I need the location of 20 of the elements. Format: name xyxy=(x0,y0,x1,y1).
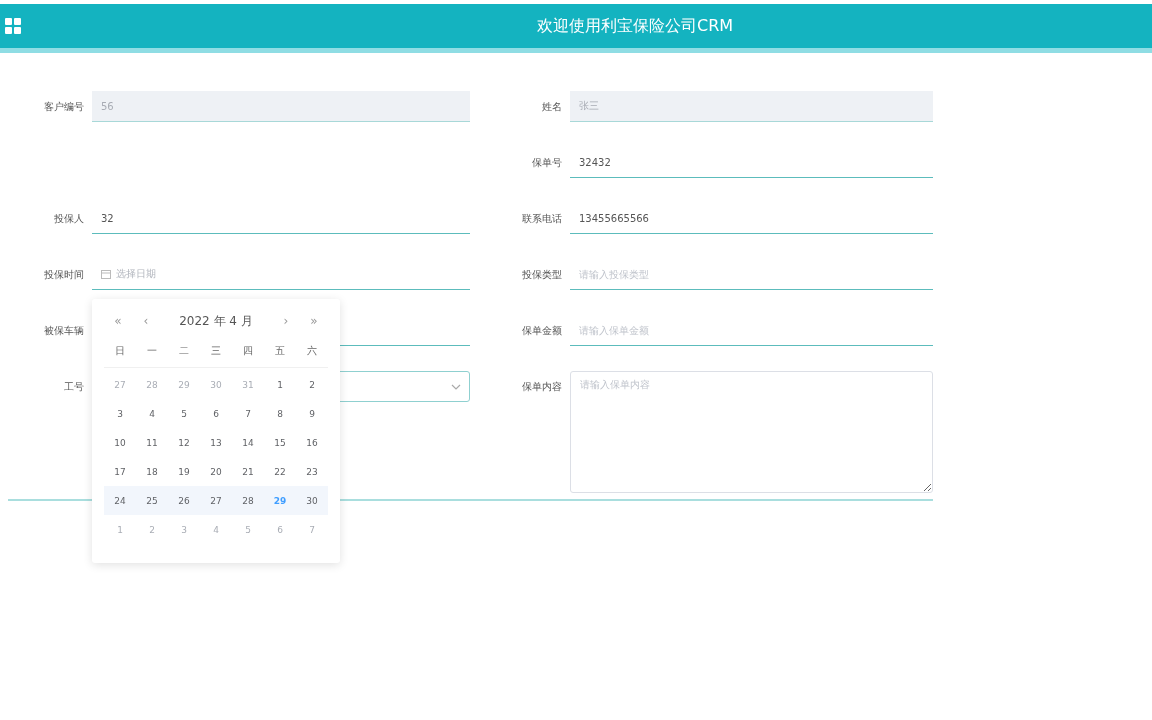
weekday-label: 一 xyxy=(146,344,158,358)
weekday-label: 二 xyxy=(178,344,190,358)
field-label: 被保车辆 xyxy=(43,324,85,338)
weekday-label: 五 xyxy=(274,344,286,358)
month-title: 2022 年 4 月 xyxy=(178,312,254,330)
weekday-label: 日 xyxy=(114,344,126,358)
weekday-label: 四 xyxy=(242,344,254,358)
field-label: 保单内容 xyxy=(521,380,563,394)
field-label: 联系电话 xyxy=(521,212,563,226)
field-label: 保单号 xyxy=(531,156,563,170)
field-label: 投保人 xyxy=(53,212,85,226)
field-label: 客户编号 xyxy=(43,100,85,114)
field-label: 工号 xyxy=(63,380,85,394)
field-label: 投保时间 xyxy=(43,268,85,282)
field-label: 投保类型 xyxy=(521,268,563,282)
field-label: 姓名 xyxy=(541,100,563,114)
weekday-label: 六 xyxy=(306,344,318,358)
header-title: 欢迎使用利宝保险公司CRM xyxy=(537,15,734,37)
field-label: 保单金额 xyxy=(521,324,563,338)
weekday-label: 三 xyxy=(210,344,222,358)
